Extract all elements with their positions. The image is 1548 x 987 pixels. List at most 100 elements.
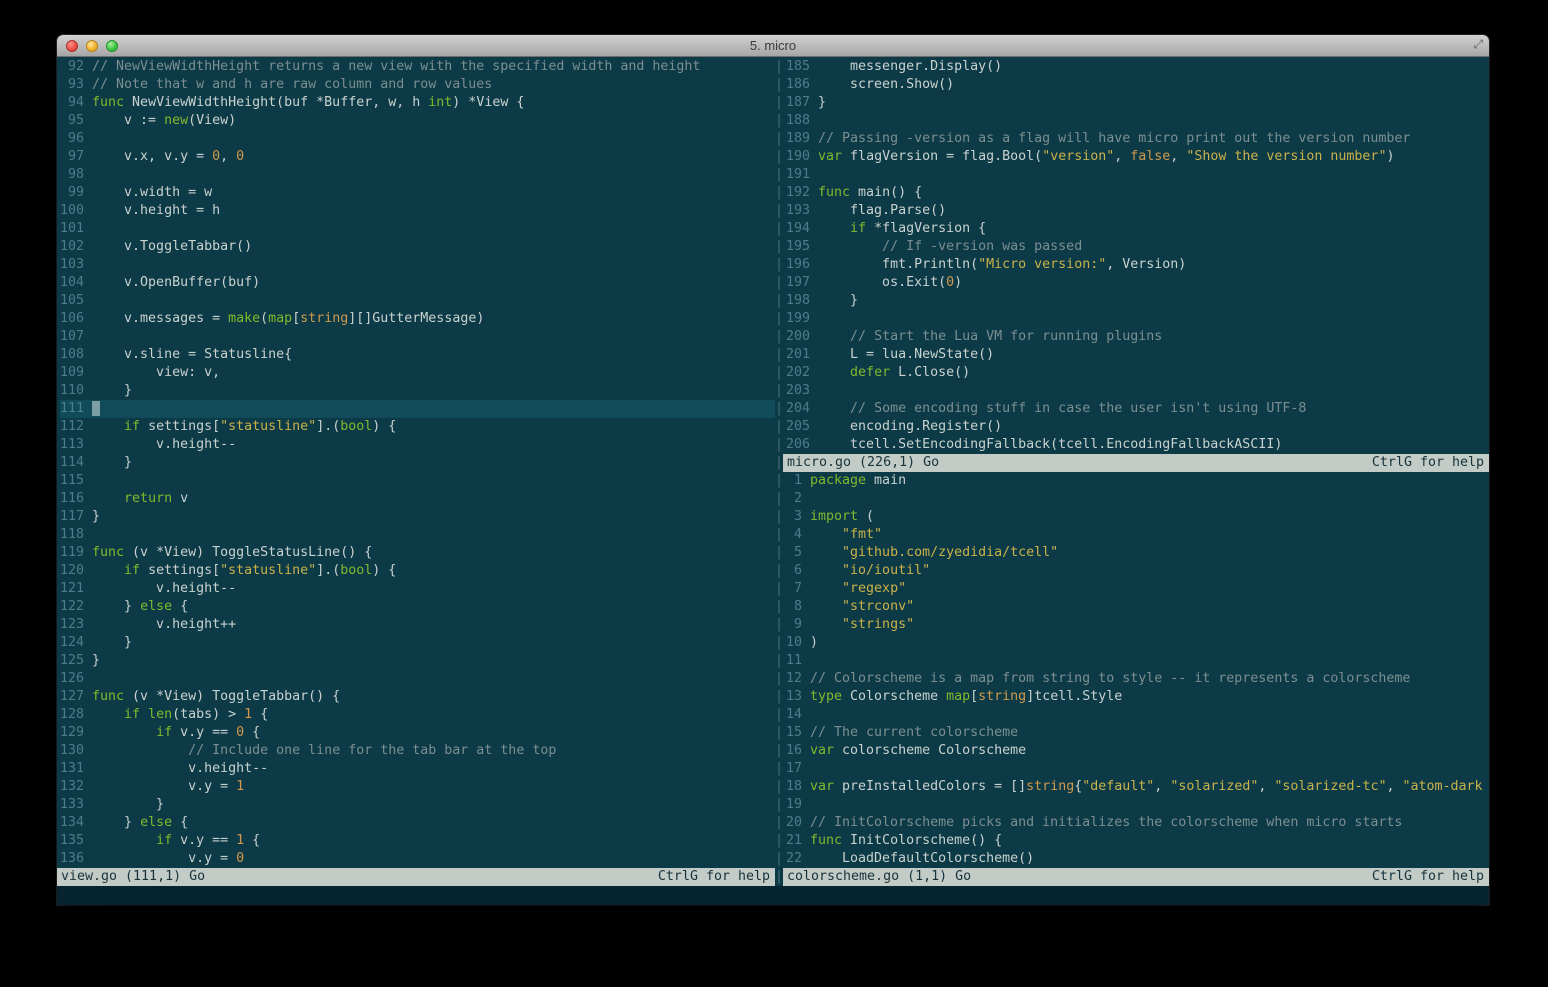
code-line[interactable]: 189// Passing -version as a flag will ha… (786, 130, 1489, 148)
code-line[interactable]: 198 } (786, 292, 1489, 310)
code-line[interactable]: 108 v.sline = Statusline{ (60, 346, 775, 364)
code-line[interactable]: 132 v.y = 1 (60, 778, 775, 796)
code-line[interactable]: 102 v.ToggleTabbar() (60, 238, 775, 256)
pane-view-go[interactable]: 92// NewViewWidthHeight returns a new vi… (57, 58, 775, 868)
code-line[interactable]: 121 v.height-- (60, 580, 775, 598)
code-line[interactable]: 204 // Some encoding stuff in case the u… (786, 400, 1489, 418)
code-line[interactable]: 129 if v.y == 0 { (60, 724, 775, 742)
code-line[interactable]: 120 if settings["statusline"].(bool) { (60, 562, 775, 580)
zoom-button[interactable] (106, 40, 118, 52)
code-line[interactable]: 122 } else { (60, 598, 775, 616)
code-line[interactable]: 112 if settings["statusline"].(bool) { (60, 418, 775, 436)
code-line[interactable]: 193 flag.Parse() (786, 202, 1489, 220)
code-line[interactable]: 187} (786, 94, 1489, 112)
code-line[interactable]: 199 (786, 310, 1489, 328)
code-line[interactable]: 115 (60, 472, 775, 490)
code-line[interactable]: 14 (786, 706, 1489, 724)
code-line[interactable]: 185 messenger.Display() (786, 58, 1489, 76)
code-line[interactable]: 3import ( (786, 508, 1489, 526)
code-line[interactable]: 11 (786, 652, 1489, 670)
code-line[interactable]: 96 (60, 130, 775, 148)
code-line[interactable]: 201 L = lua.NewState() (786, 346, 1489, 364)
code-line[interactable]: 123 v.height++ (60, 616, 775, 634)
code-line[interactable]: 134 } else { (60, 814, 775, 832)
code-line[interactable]: 1package main (786, 472, 1489, 490)
code-line[interactable]: 131 v.height-- (60, 760, 775, 778)
pane-colorscheme-go[interactable]: 1package main23import (4 "fmt"5 "github.… (783, 472, 1489, 868)
code-line[interactable]: 98 (60, 166, 775, 184)
code-line[interactable]: 186 screen.Show() (786, 76, 1489, 94)
code-line[interactable]: 97 v.x, v.y = 0, 0 (60, 148, 775, 166)
code-line[interactable]: 8 "strconv" (786, 598, 1489, 616)
code-line[interactable]: 206 tcell.SetEncodingFallback(tcell.Enco… (786, 436, 1489, 454)
code-line[interactable]: 110 } (60, 382, 775, 400)
code-line[interactable]: 104 v.OpenBuffer(buf) (60, 274, 775, 292)
code-line[interactable]: 21func InitColorscheme() { (786, 832, 1489, 850)
code-line[interactable]: 16var colorscheme Colorscheme (786, 742, 1489, 760)
code-line[interactable]: 114 } (60, 454, 775, 472)
code-line[interactable]: 10) (786, 634, 1489, 652)
code-line[interactable]: 17 (786, 760, 1489, 778)
code-line[interactable]: 130 // Include one line for the tab bar … (60, 742, 775, 760)
code-line[interactable]: 205 encoding.Register() (786, 418, 1489, 436)
code-token: v.sline = Statusline{ (92, 347, 292, 362)
code-line[interactable]: 7 "regexp" (786, 580, 1489, 598)
code-line[interactable]: 106 v.messages = make(map[string][]Gutte… (60, 310, 775, 328)
code-line[interactable]: 13type Colorscheme map[string]tcell.Styl… (786, 688, 1489, 706)
code-line[interactable]: 126 (60, 670, 775, 688)
code-line[interactable]: 113 v.height-- (60, 436, 775, 454)
titlebar[interactable]: 5. micro ⤢ (57, 35, 1489, 57)
code-line[interactable]: 200 // Start the Lua VM for running plug… (786, 328, 1489, 346)
code-line[interactable]: 128 if len(tabs) > 1 { (60, 706, 775, 724)
code-line[interactable]: 127func (v *View) ToggleTabbar() { (60, 688, 775, 706)
code-line[interactable]: 111 (60, 400, 775, 418)
code-line[interactable]: 105 (60, 292, 775, 310)
code-line[interactable]: 117} (60, 508, 775, 526)
minimize-button[interactable] (86, 40, 98, 52)
split-divider[interactable]: | | | | | | | | | | | | | | | | | | | | … (775, 58, 783, 886)
code-line[interactable]: 5 "github.com/zyedidia/tcell" (786, 544, 1489, 562)
code-line[interactable]: 4 "fmt" (786, 526, 1489, 544)
code-line[interactable]: 12// Colorscheme is a map from string to… (786, 670, 1489, 688)
code-line[interactable]: 195 // If -version was passed (786, 238, 1489, 256)
code-line[interactable]: 197 os.Exit(0) (786, 274, 1489, 292)
close-button[interactable] (66, 40, 78, 52)
code-line[interactable]: 196 fmt.Println("Micro version:", Versio… (786, 256, 1489, 274)
code-line[interactable]: 95 v := new(View) (60, 112, 775, 130)
code-line[interactable]: 190var flagVersion = flag.Bool("version"… (786, 148, 1489, 166)
code-line[interactable]: 191 (786, 166, 1489, 184)
pane-micro-go[interactable]: 185 messenger.Display()186 screen.Show()… (783, 58, 1489, 454)
code-line[interactable]: 93// Note that w and h are raw column an… (60, 76, 775, 94)
code-line[interactable]: 194 if *flagVersion { (786, 220, 1489, 238)
code-line[interactable]: 135 if v.y == 1 { (60, 832, 775, 850)
code-line[interactable]: 100 v.height = h (60, 202, 775, 220)
code-line[interactable]: 124 } (60, 634, 775, 652)
code-line[interactable]: 136 v.y = 0 (60, 850, 775, 868)
code-line[interactable]: 119func (v *View) ToggleStatusLine() { (60, 544, 775, 562)
code-line[interactable]: 125} (60, 652, 775, 670)
code-line[interactable]: 118 (60, 526, 775, 544)
code-line[interactable]: 15// The current colorscheme (786, 724, 1489, 742)
code-line[interactable]: 188 (786, 112, 1489, 130)
code-line[interactable]: 133 } (60, 796, 775, 814)
code-line[interactable]: 18var preInstalledColors = []string{"def… (786, 778, 1489, 796)
code-line[interactable]: 202 defer L.Close() (786, 364, 1489, 382)
resize-icon[interactable]: ⤢ (1473, 37, 1483, 52)
code-line[interactable]: 101 (60, 220, 775, 238)
code-line[interactable]: 109 view: v, (60, 364, 775, 382)
code-line[interactable]: 92// NewViewWidthHeight returns a new vi… (60, 58, 775, 76)
code-line[interactable]: 107 (60, 328, 775, 346)
code-line[interactable]: 99 v.width = w (60, 184, 775, 202)
code-line[interactable]: 20// InitColorscheme picks and initializ… (786, 814, 1489, 832)
code-line[interactable]: 94func NewViewWidthHeight(buf *Buffer, w… (60, 94, 775, 112)
code-line[interactable]: 203 (786, 382, 1489, 400)
code-line[interactable]: 9 "strings" (786, 616, 1489, 634)
line-number: 192 (786, 184, 810, 202)
code-line[interactable]: 103 (60, 256, 775, 274)
code-line[interactable]: 2 (786, 490, 1489, 508)
code-line[interactable]: 6 "io/ioutil" (786, 562, 1489, 580)
code-line[interactable]: 192func main() { (786, 184, 1489, 202)
code-line[interactable]: 19 (786, 796, 1489, 814)
code-line[interactable]: 22 LoadDefaultColorscheme() (786, 850, 1489, 868)
code-line[interactable]: 116 return v (60, 490, 775, 508)
